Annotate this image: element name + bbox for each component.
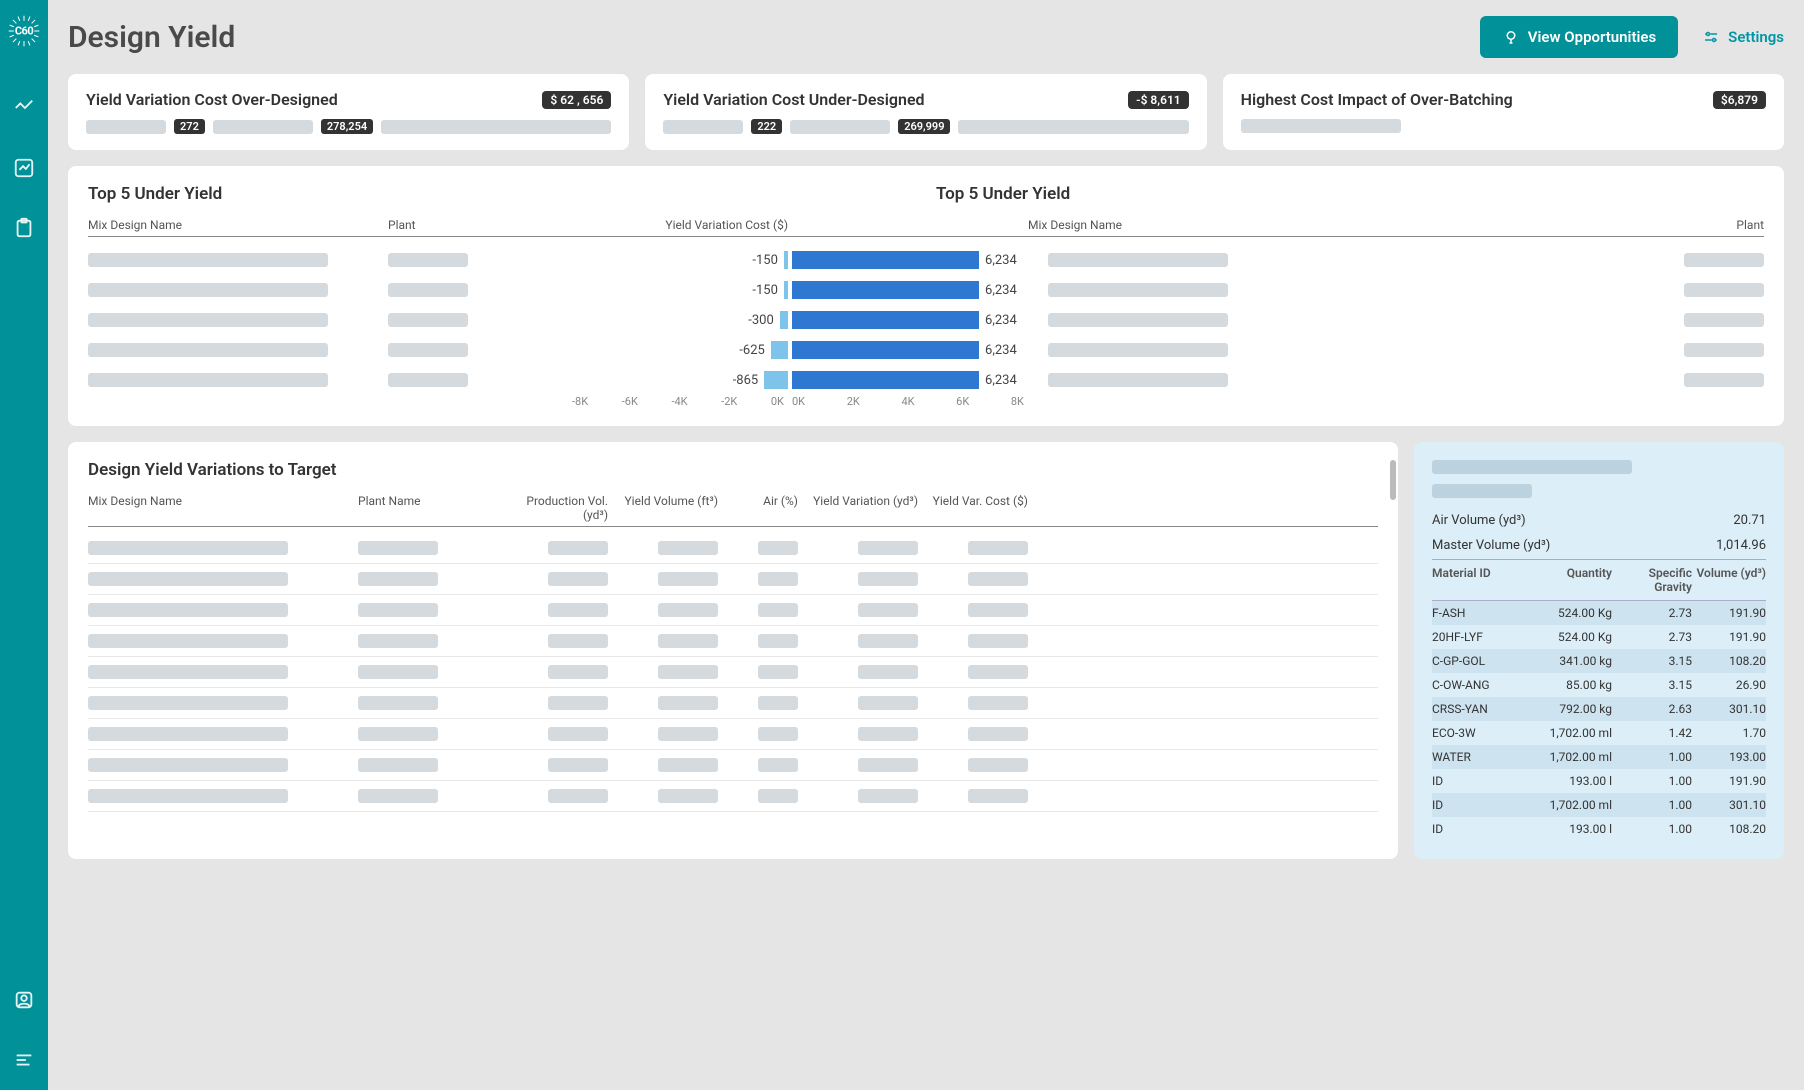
placeholder [1241,119,1401,133]
axis-tick: 6K [956,395,969,408]
col: Yield Variation (yd³) [808,494,918,522]
col-mix-r: Mix Design Name [1028,218,1248,232]
placeholder [1432,484,1532,498]
top5-row: -865 6,234 [88,365,1764,395]
logo: C60 [7,14,41,48]
detail-row: C-OW-ANG 85.00 kg 3.15 26.90 [1432,673,1766,697]
top5-row: -300 6,234 [88,305,1764,335]
placeholder [1432,460,1632,474]
top5-row: -150 6,234 [88,275,1764,305]
table-row[interactable] [88,688,1378,719]
detail-panel: Air Volume (yd³) 20.71 Master Volume (yd… [1414,442,1784,859]
card-value: $ 62 , 656 [542,91,611,109]
col-cost: Yield Variation Cost ($) [568,218,788,232]
detail-row: 20HF-LYF 524.00 Kg 2.73 191.90 [1432,625,1766,649]
table-row[interactable] [88,657,1378,688]
axis-tick: -8K [572,395,588,408]
axis-tick: 8K [1011,395,1024,408]
top5-row: -625 6,234 [88,335,1764,365]
placeholder [790,120,890,134]
detail-row: ID 193.00 l 1.00 191.90 [1432,769,1766,793]
axis-tick: -4K [671,395,687,408]
nav-user-icon[interactable] [12,988,36,1012]
settings-label: Settings [1728,28,1784,46]
dcol: Volume (yd³) [1692,566,1766,594]
placeholder [958,120,1188,134]
view-opportunities-label: View Opportunities [1528,28,1656,46]
col: Production Vol. (yd³) [508,494,608,522]
scrollbar[interactable] [1390,460,1396,500]
axis-tick: -2K [721,395,737,408]
axis-tick: 0K [771,395,784,408]
nav-menu-icon[interactable] [12,1048,36,1072]
col-mix: Mix Design Name [88,218,388,232]
col: Plant Name [358,494,498,522]
variations-title: Design Yield Variations to Target [88,460,1378,480]
card-value: $6,879 [1713,91,1766,109]
master-volume-value: 1,014.96 [1716,538,1766,553]
table-row[interactable] [88,564,1378,595]
card-sub1: 222 [751,119,782,134]
axis-tick: 0K [792,395,805,408]
placeholder [381,120,611,134]
top5-left-title: Top 5 Under Yield [88,184,916,204]
col: Yield Volume (ft³) [618,494,718,522]
table-row[interactable] [88,719,1378,750]
placeholder [86,120,166,134]
nav-clipboard-icon[interactable] [12,216,36,240]
card-sub2: 278,254 [321,119,373,134]
air-volume-value: 20.71 [1733,513,1766,528]
table-row[interactable] [88,750,1378,781]
detail-row: CRSS-YAN 792.00 kg 2.63 301.10 [1432,697,1766,721]
card-over-designed: Yield Variation Cost Over-Designed $ 62 … [68,74,629,150]
detail-row: ECO-3W 1,702.00 ml 1.42 1.70 [1432,721,1766,745]
detail-row: F-ASH 524.00 Kg 2.73 191.90 [1432,601,1766,625]
detail-row: ID 1,702.00 ml 1.00 301.10 [1432,793,1766,817]
air-volume-label: Air Volume (yd³) [1432,513,1526,528]
detail-row: C-GP-GOL 341.00 kg 3.15 108.20 [1432,649,1766,673]
card-over-batching: Highest Cost Impact of Over-Batching $6,… [1223,74,1784,150]
card-value: -$ 8,611 [1128,91,1188,109]
dcol: Specific Gravity [1612,566,1692,594]
col: Mix Design Name [88,494,348,522]
col: Air (%) [728,494,798,522]
dcol: Material ID [1432,566,1522,594]
card-title: Yield Variation Cost Over-Designed [86,90,542,109]
table-row[interactable] [88,595,1378,626]
nav-chart-icon[interactable] [12,156,36,180]
table-row[interactable] [88,626,1378,657]
variations-panel: Design Yield Variations to Target Mix De… [68,442,1398,859]
top5-panel: Top 5 Under Yield Top 5 Under Yield Mix … [68,166,1784,426]
col-plant-r: Plant [1248,218,1764,232]
card-title: Yield Variation Cost Under-Designed [663,90,1128,109]
settings-button[interactable]: Settings [1702,28,1784,46]
top5-row: -150 6,234 [88,245,1764,275]
detail-row: WATER 1,702.00 ml 1.00 193.00 [1432,745,1766,769]
axis-tick: -6K [622,395,638,408]
card-sub2: 269,999 [898,119,950,134]
master-volume-label: Master Volume (yd³) [1432,538,1550,553]
page-title: Design Yield [68,20,1480,55]
top5-right-title: Top 5 Under Yield [916,184,1764,204]
card-title: Highest Cost Impact of Over-Batching [1241,90,1713,109]
col: Yield Var. Cost ($) [928,494,1028,522]
table-row[interactable] [88,533,1378,564]
col-plant: Plant [388,218,568,232]
card-under-designed: Yield Variation Cost Under-Designed -$ 8… [645,74,1206,150]
dcol: Quantity [1522,566,1612,594]
placeholder [663,120,743,134]
axis-tick: 4K [901,395,914,408]
view-opportunities-button[interactable]: View Opportunities [1480,16,1678,58]
placeholder [213,120,313,134]
table-row[interactable] [88,781,1378,812]
nav-analytics-icon[interactable] [12,96,36,120]
sidebar: C60 [0,0,48,1090]
page-header: Design Yield View Opportunities Settings [68,16,1784,58]
axis-tick: 2K [847,395,860,408]
card-sub1: 272 [174,119,205,134]
detail-row: ID 193.00 l 1.00 108.20 [1432,817,1766,841]
